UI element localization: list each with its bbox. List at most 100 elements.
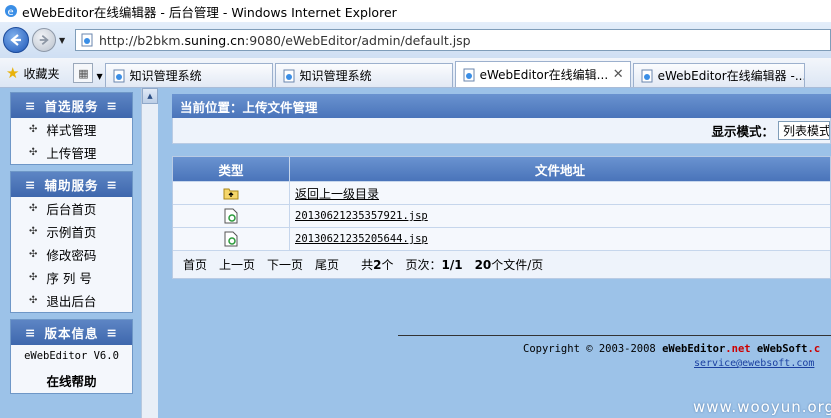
tab-ewebeditor-2[interactable]: eWebEditor在线编辑器 -...: [632, 63, 805, 87]
display-mode-select[interactable]: 列表模式: [778, 121, 830, 140]
section-header: ≡ 首选服务 ≡: [11, 93, 132, 118]
type-cell: [173, 205, 290, 227]
url-prefix: http://b2bkm.: [99, 32, 185, 48]
last-page-link[interactable]: 尾页: [315, 256, 339, 273]
type-cell: [173, 182, 290, 204]
frame-scrollbar[interactable]: ▲: [141, 88, 158, 418]
brand-tld: .net: [725, 343, 751, 355]
col-path-header: 文件地址: [534, 162, 585, 178]
sidebar-item-label: 样式管理: [46, 123, 97, 138]
watermark: www.wooyun.org: [693, 398, 831, 416]
history-dropdown-icon[interactable]: ▼: [59, 36, 69, 45]
sidebar-section-version: ≡ 版本信息 ≡ eWebEditor V6.0 在线帮助: [10, 319, 133, 394]
scroll-up-arrow-icon[interactable]: ▲: [142, 88, 158, 104]
file-link[interactable]: 20130621235205644.jsp: [295, 233, 428, 245]
page-content: ≡ 首选服务 ≡ ✣ 样式管理 ✣ 上传管理 ≡ 辅助服务 ≡ ✣ 后台首页 ✣ 示例首页 ✣ 修…: [0, 88, 831, 418]
grid-icon: ▦: [78, 66, 89, 80]
tab-ewebeditor-active[interactable]: eWebEditor在线编辑... ✕: [454, 61, 631, 87]
sidebar: ≡ 首选服务 ≡ ✣ 样式管理 ✣ 上传管理 ≡ 辅助服务 ≡ ✣ 后台首页 ✣ 示例首页 ✣ 修…: [10, 92, 133, 400]
page-value: 1/1: [441, 258, 463, 272]
url-domain: suning.cn: [184, 32, 245, 48]
file-table: 类型 文件地址 返回上一级目录 20130621235357921.jsp 20…: [172, 156, 831, 279]
online-help-link[interactable]: 在线帮助: [11, 367, 132, 393]
sidebar-item-label: 后台首页: [46, 202, 97, 217]
section-title: 辅助服务: [44, 178, 99, 193]
total-suffix: 个: [381, 258, 394, 272]
page-icon: [283, 69, 295, 82]
page-icon: [641, 69, 653, 82]
tab-knowledge-1[interactable]: 知识管理系统: [104, 63, 273, 87]
support-email-link[interactable]: service@ewebsoft.com: [694, 358, 814, 369]
jsp-file-icon: [224, 231, 238, 247]
favorites-label: 收藏夹: [23, 66, 60, 81]
url-suffix: :9080/eWebEditor/admin/default.jsp: [244, 32, 471, 48]
bullet-icon: ✣: [29, 295, 38, 306]
close-tab-icon[interactable]: ✕: [613, 67, 624, 82]
sidebar-item-upload[interactable]: ✣ 上传管理: [11, 141, 132, 164]
bullet-icon: ✣: [29, 203, 38, 214]
bullet-icon: ✣: [29, 272, 38, 283]
favorites-button[interactable]: ★ 收藏夹: [0, 59, 65, 87]
back-arrow-icon: [10, 34, 21, 46]
tab-bar: ★ 收藏夹 ▦ ▼ 知识管理系统 知识管理系统 eWebEditor在线编辑..…: [0, 58, 831, 88]
footer-divider: [398, 335, 831, 336]
table-row: 返回上一级目录: [173, 181, 830, 204]
table-row: 20130621235357921.jsp: [173, 204, 830, 227]
next-page-link[interactable]: 下一页: [267, 256, 303, 273]
display-mode-bar: 显示模式： 列表模式: [172, 118, 831, 144]
path-cell: 返回上一级目录: [290, 182, 830, 204]
first-page-link[interactable]: 首页: [183, 256, 207, 273]
sidebar-item-style[interactable]: ✣ 样式管理: [11, 118, 132, 141]
version-text: eWebEditor V6.0: [24, 350, 119, 362]
folder-up-icon[interactable]: [223, 186, 239, 200]
sidebar-item-change-password[interactable]: ✣ 修改密码: [11, 243, 132, 266]
per-page-suffix: 个文件/页: [491, 258, 544, 272]
sidebar-item-label: 序 列 号: [46, 271, 92, 286]
brand-ewebeditor: eWebEditor: [662, 343, 726, 355]
svg-text:e: e: [8, 7, 14, 18]
forward-button[interactable]: [32, 28, 56, 52]
page-icon: [113, 69, 125, 82]
bullet-icon: ✣: [29, 147, 38, 158]
sidebar-item-label: 示例首页: [46, 225, 97, 240]
path-cell: 20130621235205644.jsp: [290, 228, 830, 250]
col-type-header: 类型: [173, 157, 290, 181]
address-bar: ▼ http://b2bkm. suning.cn:9080/eWebEditor…: [0, 22, 831, 58]
page-icon: [81, 33, 93, 47]
main-panel: 当前位置：上传文件管理 显示模式： 列表模式 类型 文件地址 返回上一级目录 2…: [172, 94, 831, 279]
section-title: 版本信息: [44, 326, 99, 341]
total-prefix: 共: [361, 258, 374, 272]
window-title: eWebEditor在线编辑器 - 后台管理 - Windows Interne…: [22, 4, 397, 20]
copyright-prefix: Copyright © 2003-2008: [523, 343, 663, 355]
window-titlebar: e eWebEditor在线编辑器 - 后台管理 - Windows Inter…: [0, 0, 831, 22]
page-indicator: 页次：1/1: [405, 256, 462, 273]
sidebar-section-preferred: ≡ 首选服务 ≡ ✣ 样式管理 ✣ 上传管理: [10, 92, 133, 165]
type-cell: [173, 228, 290, 250]
ie-logo-icon: e: [5, 5, 17, 18]
sidebar-item-admin-home[interactable]: ✣ 后台首页: [11, 197, 132, 220]
section-title: 首选服务: [44, 99, 99, 114]
parent-directory-link[interactable]: 返回上一级目录: [295, 185, 379, 202]
jsp-file-icon: [224, 208, 238, 224]
sidebar-item-label: 修改密码: [46, 248, 97, 263]
section-header: ≡ 辅助服务 ≡: [11, 172, 132, 197]
sidebar-item-label: 退出后台: [46, 294, 97, 309]
bullet-icon: ✣: [29, 124, 38, 135]
sidebar-item-logout[interactable]: ✣ 退出后台: [11, 289, 132, 312]
file-link[interactable]: 20130621235357921.jsp: [295, 210, 428, 222]
url-field[interactable]: http://b2bkm. suning.cn:9080/eWebEditor/a…: [75, 29, 831, 51]
prev-page-link[interactable]: 上一页: [219, 256, 255, 273]
tab-label: eWebEditor在线编辑器 -...: [657, 69, 805, 83]
tab-label: 知识管理系统: [299, 69, 372, 83]
tab-list-dropdown-icon[interactable]: ▼: [96, 72, 102, 81]
path-cell: 20130621235357921.jsp: [290, 205, 830, 227]
brand2-tld: .c: [807, 343, 821, 355]
brand-ewebsoft: eWebSoft: [756, 343, 808, 355]
back-button[interactable]: [3, 27, 29, 53]
quick-tabs-button[interactable]: ▦: [73, 63, 94, 83]
total-count: 共2个: [361, 256, 393, 273]
forward-arrow-icon: [39, 35, 49, 45]
tab-knowledge-2[interactable]: 知识管理系统: [274, 63, 453, 87]
sidebar-item-demo-home[interactable]: ✣ 示例首页: [11, 220, 132, 243]
sidebar-item-serial[interactable]: ✣ 序 列 号: [11, 266, 132, 289]
